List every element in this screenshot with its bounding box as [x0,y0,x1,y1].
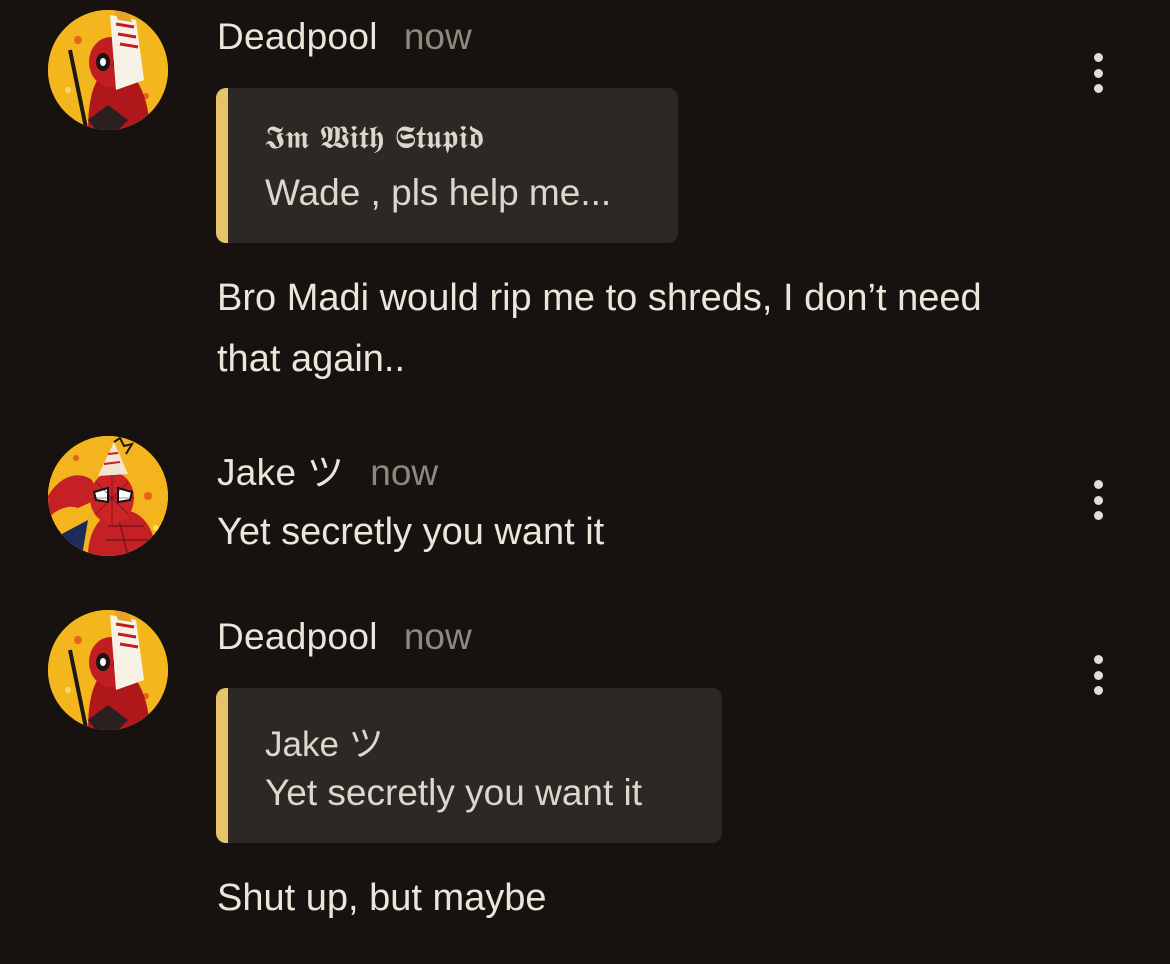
quote-accent-bar [216,688,228,843]
quote-accent-bar [216,88,228,243]
quote-author: Jake ツ [265,725,384,764]
reply-quote[interactable]: Jake ツ Yet secretly you want it [216,688,722,843]
deadpool-avatar-icon [48,610,168,730]
message-header: Deadpool now [217,16,472,58]
more-vertical-icon[interactable] [1086,53,1110,93]
timestamp: now [403,616,472,657]
avatar[interactable] [48,610,168,730]
deadpool-avatar-icon [48,10,168,130]
author-name[interactable]: Deadpool [217,16,378,58]
message-header: Jake ツ now [217,442,438,493]
quote-author: 𝕴𝖒 𝖂𝖎𝖙𝖍 𝕾𝖙𝖚𝖕𝖎𝖉 [265,118,485,156]
more-vertical-icon[interactable] [1086,655,1110,695]
author-name[interactable]: Deadpool [217,616,378,658]
more-vertical-icon[interactable] [1086,480,1110,520]
avatar[interactable] [48,10,168,130]
message-text: Bro Madi would rip me to shreds, I don’t… [217,277,982,380]
message-text: Shut up, but maybe [217,877,547,919]
author-name[interactable]: Jake ツ [217,442,344,496]
reply-quote[interactable]: 𝕴𝖒 𝖂𝖎𝖙𝖍 𝕾𝖙𝖚𝖕𝖎𝖉 Wade , pls help me... [216,88,678,243]
quote-text: Yet secretly you want it [265,772,643,813]
spiderman-avatar-icon [48,436,168,556]
message-header: Deadpool now [217,616,472,658]
timestamp: now [403,16,472,57]
timestamp: now [370,452,439,493]
quote-text: Wade , pls help me... [265,172,612,213]
message-text: Yet secretly you want it [217,511,605,553]
avatar[interactable] [48,436,168,556]
